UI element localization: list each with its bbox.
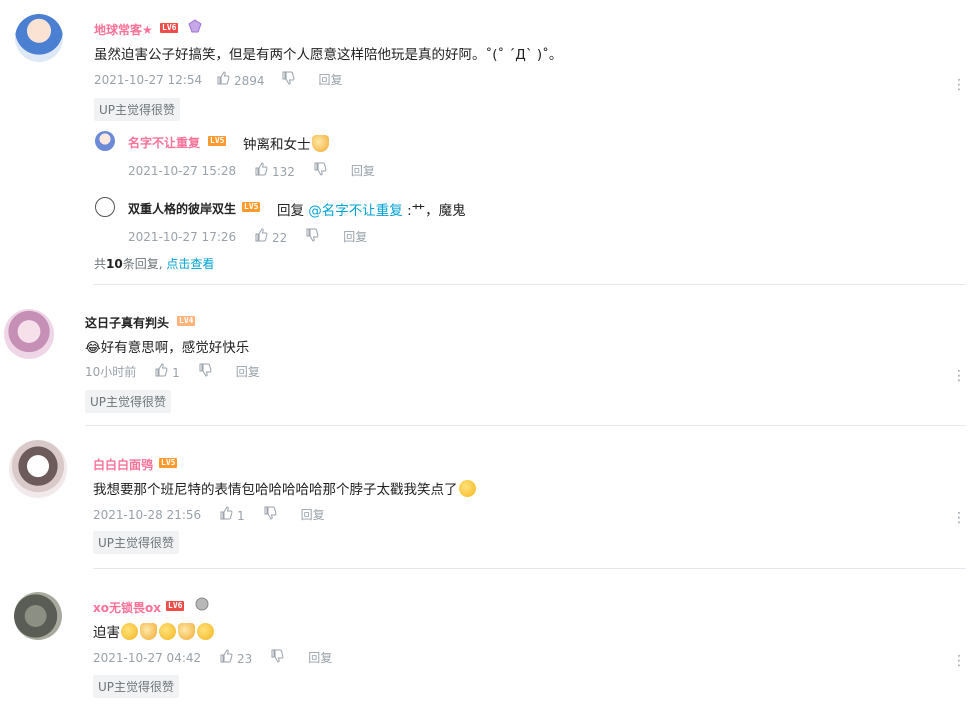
- thumbs-down-icon[interactable]: [198, 363, 212, 380]
- laugh-emoji-icon: [159, 623, 176, 640]
- up-liked-tag: UP主觉得很赞: [94, 98, 181, 121]
- like-count: 23: [236, 652, 253, 666]
- reply-button[interactable]: 回复: [301, 506, 325, 523]
- up-liked-tag: UP主觉得很赞: [85, 390, 172, 413]
- laugh-emoji-icon: [197, 623, 214, 640]
- more-vertical-icon[interactable]: ⋮: [952, 77, 966, 93]
- comment-text: 我想要那个班尼特的表情包哈哈哈哈哈那个脖子太戳我笑点了: [93, 478, 477, 498]
- like-button[interactable]: 132: [254, 162, 295, 179]
- comment-meta: 2021-10-27 04:42 23 回复: [93, 649, 332, 666]
- comment-time: 2021-10-27 04:42: [93, 650, 202, 665]
- like-count: 1: [236, 509, 245, 523]
- comment-meta: 2021-10-28 21:56 1 回复: [93, 506, 325, 523]
- laugh-emoji-icon: [458, 480, 476, 497]
- avatar[interactable]: [9, 440, 67, 498]
- thumbs-down-icon[interactable]: [270, 649, 284, 666]
- comment-text: 迫害: [93, 621, 215, 641]
- thumbs-up-icon: [254, 162, 268, 179]
- comment-meta: 2021-10-27 12:54 2894 回复: [94, 71, 343, 88]
- avatar[interactable]: [15, 14, 63, 62]
- reply-username[interactable]: 双重人格的彼岸双生: [128, 200, 236, 217]
- up-liked-tag: UP主觉得很赞: [93, 675, 180, 698]
- comment-time: 2021-10-28 21:56: [93, 507, 202, 522]
- thumbs-up-icon: [219, 649, 233, 666]
- level-badge: LV6: [166, 601, 185, 611]
- like-count: 1: [172, 366, 180, 380]
- view-more-replies[interactable]: 共10条回复, 点击查看: [94, 255, 214, 272]
- reply-avatar[interactable]: [95, 131, 115, 151]
- level-badge: LV5: [159, 458, 178, 468]
- thumbs-up-icon: [216, 71, 230, 88]
- medal-icon: [195, 596, 209, 611]
- thumbs-down-icon[interactable]: [305, 228, 319, 245]
- reply-button[interactable]: 回复: [343, 228, 367, 245]
- comment-time: 2021-10-27 12:54: [94, 72, 203, 87]
- reply-level-badge: LV5: [242, 202, 261, 212]
- like-button[interactable]: 1: [154, 363, 180, 380]
- reply-text: 钟离和女士: [243, 133, 330, 153]
- like-button[interactable]: 23: [219, 649, 252, 666]
- level-badge: LV4: [177, 316, 196, 326]
- reply-button[interactable]: 回复: [319, 71, 343, 88]
- thumbs-up-icon: [154, 363, 168, 380]
- more-vertical-icon[interactable]: ⋮: [952, 653, 966, 669]
- like-button[interactable]: 2894: [216, 71, 265, 88]
- comment-divider: [85, 425, 966, 426]
- reply-username[interactable]: 名字不让重复: [128, 134, 200, 151]
- like-button[interactable]: 1: [219, 506, 245, 523]
- username[interactable]: 这日子真有判头: [85, 314, 169, 331]
- avatar[interactable]: [4, 309, 54, 359]
- reply-text: 回复 @名字不让重复 :艹，魔鬼: [277, 203, 466, 219]
- dog-emoji-icon: [311, 135, 329, 152]
- thumbs-up-icon: [254, 228, 268, 245]
- username[interactable]: 白白白面鸮: [93, 456, 153, 473]
- up-liked-tag: UP主觉得很赞: [93, 531, 180, 554]
- comment-divider: [94, 284, 966, 285]
- more-vertical-icon[interactable]: ⋮: [952, 510, 966, 526]
- reply-button[interactable]: 回复: [351, 162, 375, 179]
- reply-avatar[interactable]: [95, 197, 115, 217]
- like-button[interactable]: 22: [254, 228, 287, 245]
- like-count: 132: [271, 165, 295, 179]
- avatar[interactable]: [14, 592, 62, 640]
- reply-button[interactable]: 回复: [236, 363, 260, 380]
- dog-emoji-icon: [178, 623, 195, 640]
- comment-text: 😂好有意思啊，感觉好快乐: [85, 340, 250, 356]
- like-count: 2894: [233, 74, 265, 88]
- like-count: 22: [271, 231, 288, 245]
- laugh-emoji-icon: [121, 623, 138, 640]
- thumbs-up-icon: [219, 506, 233, 523]
- username[interactable]: xo无锁畏ox: [93, 599, 161, 616]
- username[interactable]: 地球常客★: [94, 21, 153, 38]
- level-badge: LV6: [160, 23, 179, 33]
- thumbs-down-icon[interactable]: [263, 506, 277, 523]
- view-more-link[interactable]: 点击查看: [166, 257, 214, 271]
- reply-level-badge: LV5: [208, 136, 227, 146]
- reply-time: 2021-10-27 17:26: [128, 229, 237, 244]
- dog-emoji-icon: [140, 623, 157, 640]
- medal-icon: [188, 18, 202, 33]
- reply-meta: 2021-10-27 15:28 132 回复: [128, 162, 375, 179]
- comment-divider: [93, 568, 966, 569]
- reply-button[interactable]: 回复: [308, 649, 332, 666]
- mention-link[interactable]: @名字不让重复: [308, 203, 403, 219]
- thumbs-down-icon[interactable]: [313, 162, 327, 179]
- comment-meta: 10小时前 1 回复: [85, 363, 260, 380]
- comment-time: 10小时前: [85, 365, 137, 379]
- more-vertical-icon[interactable]: ⋮: [952, 368, 966, 384]
- comment-text: 虽然迫害公子好搞笑，但是有两个人愿意这样陪他玩是真的好阿。˚(˚ ˊДˋ )˚。: [94, 47, 563, 63]
- reply-time: 2021-10-27 15:28: [128, 163, 237, 178]
- thumbs-down-icon[interactable]: [281, 71, 295, 88]
- reply-meta: 2021-10-27 17:26 22 回复: [128, 228, 367, 245]
